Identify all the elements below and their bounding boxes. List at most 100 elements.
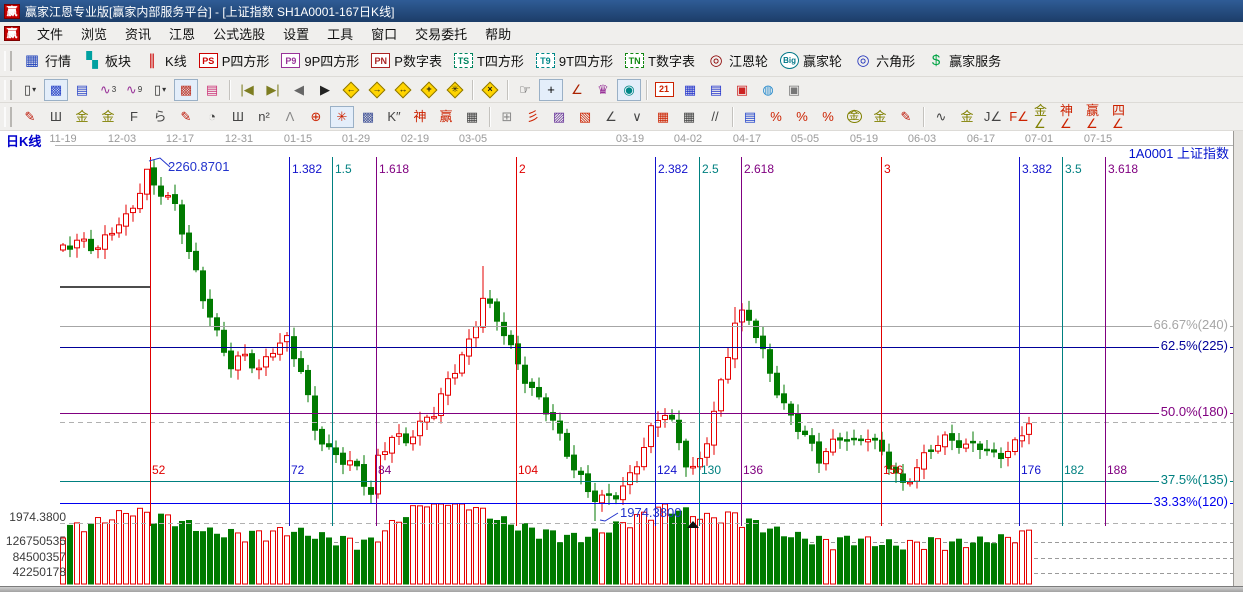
zoom-in-icon[interactable]: +: [417, 79, 441, 101]
draw-gold-circle-icon[interactable]: 金: [842, 106, 866, 128]
angle-tool-icon[interactable]: ∠: [565, 79, 589, 101]
draw-star-icon[interactable]: ✳: [330, 105, 354, 128]
draw-box-fan-icon[interactable]: ▨: [547, 106, 571, 128]
winner-wheel-button[interactable]: Big 赢家轮: [780, 51, 842, 70]
draw-spiral-icon[interactable]: ら: [148, 106, 172, 128]
pattern-view-icon[interactable]: ▩: [44, 78, 68, 101]
draw-shen-icon[interactable]: 神: [408, 106, 432, 128]
toolbar-grip[interactable]: [4, 50, 12, 71]
draw-k2-icon[interactable]: K″: [382, 106, 406, 128]
draw-n2-icon[interactable]: n²: [252, 106, 276, 128]
gann-wheel-button[interactable]: ◎ 江恩轮: [707, 51, 768, 70]
nav-prev-icon[interactable]: ◀: [287, 79, 311, 101]
menu-item-4[interactable]: 公式选股: [204, 25, 274, 44]
crosshair-tool-icon[interactable]: +: [539, 78, 563, 101]
draw-gold-icon[interactable]: 金: [96, 106, 120, 128]
9p-square-button[interactable]: P9 9P四方形: [281, 51, 359, 70]
pan-left-icon[interactable]: ←: [339, 79, 363, 101]
draw-si-angle-icon[interactable]: 四∠: [1111, 104, 1135, 130]
quote-list-icon[interactable]: ▤: [70, 79, 94, 101]
draw-pen-icon[interactable]: ✎: [18, 106, 42, 128]
menu-item-6[interactable]: 工具: [318, 25, 362, 44]
quote-table-button[interactable]: ▦ 行情: [23, 51, 71, 70]
toolbar-grip[interactable]: [4, 79, 12, 100]
draw-angle-pen-icon[interactable]: ✎: [174, 106, 198, 128]
wave-9-icon[interactable]: ∿ 9: [122, 79, 146, 101]
nav-next-icon[interactable]: ▶: [313, 79, 337, 101]
menu-item-0[interactable]: 文件: [28, 25, 72, 44]
draw-a-line-icon[interactable]: Λ: [278, 106, 302, 128]
draw-gold-gate-icon[interactable]: 金: [70, 106, 94, 128]
winner-service-button[interactable]: $ 赢家服务: [927, 51, 1001, 70]
p-square-button[interactable]: PS P四方形: [198, 51, 269, 70]
pan-both-icon[interactable]: ↔: [391, 79, 415, 101]
9t-square-button[interactable]: T9 9T四方形: [535, 51, 613, 70]
draw-pct-line-icon[interactable]: %: [764, 106, 788, 128]
nav-first-icon[interactable]: |◀: [235, 79, 259, 101]
draw-grid-dot-icon[interactable]: ▩: [356, 106, 380, 128]
draw-arc-icon[interactable]: ◔: [200, 106, 224, 128]
pan-right-icon[interactable]: →: [365, 79, 389, 101]
calendar-icon[interactable]: 21: [652, 79, 676, 101]
draw-j-angle-icon[interactable]: J∠: [981, 106, 1005, 128]
draw-grid123-icon[interactable]: ▦: [460, 106, 484, 128]
kline-style-dropdown[interactable]: ▯ ▾: [18, 79, 42, 101]
menu-item-8[interactable]: 交易委托: [406, 25, 476, 44]
sector-blocks-button[interactable]: ▚ 板块: [83, 51, 131, 70]
draw-brush-icon[interactable]: ✎: [894, 106, 918, 128]
draw-circle-cross-icon[interactable]: ⊕: [304, 106, 328, 128]
menu-item-9[interactable]: 帮助: [476, 25, 520, 44]
menu-item-5[interactable]: 设置: [274, 25, 318, 44]
menu-item-2[interactable]: 资讯: [116, 25, 160, 44]
remote-pc-icon[interactable]: ▣: [782, 79, 806, 101]
kline-chart[interactable]: 11-19 12-03 12-17 12-31 01-15 01-29 02-19 03-05…: [0, 131, 1243, 586]
draw-parallel-icon[interactable]: //: [703, 106, 727, 128]
candle-style-dropdown[interactable]: ▯ ▾: [148, 79, 172, 101]
hexagon-button[interactable]: ◎ 六角形: [854, 51, 916, 70]
draw-ying-icon[interactable]: 赢: [434, 106, 458, 128]
status-scrollbar[interactable]: [0, 586, 1243, 592]
draw-f-comb-icon[interactable]: F: [122, 106, 146, 128]
volume-histogram-icon[interactable]: ▤: [200, 79, 224, 101]
draw-gold-line-icon[interactable]: 金: [868, 106, 892, 128]
draw-grid-arrow-icon[interactable]: ▦: [677, 106, 701, 128]
draw-gold-under-icon[interactable]: 金: [955, 106, 979, 128]
wave-3-icon[interactable]: ∿ 3: [96, 79, 120, 101]
notes-icon[interactable]: ▤: [704, 79, 728, 101]
menu-item-1[interactable]: 浏览: [72, 25, 116, 44]
draw-pct-icon[interactable]: %: [790, 106, 814, 128]
anchor-tool-icon[interactable]: ♛: [591, 79, 615, 101]
hand-tool-icon[interactable]: ☞: [513, 79, 537, 101]
zoom-out-icon[interactable]: ✳: [443, 79, 467, 101]
draw-ying-angle-icon[interactable]: 赢∠: [1085, 104, 1109, 130]
draw-red-grid-icon[interactable]: ▦: [651, 106, 675, 128]
t-number-button[interactable]: TN T数字表: [625, 51, 695, 70]
draw-box-ray-icon[interactable]: ▧: [573, 106, 597, 128]
draw-fan-icon[interactable]: 彡: [521, 106, 545, 128]
p-number-button[interactable]: PN P数字表: [371, 51, 442, 70]
smart-tool-icon[interactable]: ◉: [617, 78, 641, 101]
draw-comb-icon[interactable]: Ш: [44, 106, 68, 128]
right-scroll-strip[interactable]: [1233, 131, 1243, 586]
kline-button[interactable]: ∥ K线: [143, 51, 186, 70]
center-view-icon[interactable]: ×: [478, 79, 502, 101]
draw-comb2-icon[interactable]: Ш: [226, 106, 250, 128]
draw-frame-icon[interactable]: ⊞: [495, 106, 519, 128]
red-pattern-icon[interactable]: ▩: [174, 78, 198, 101]
draw-vee-icon[interactable]: ∨: [625, 106, 649, 128]
t-square-button[interactable]: TS T四方形: [453, 51, 524, 70]
draw-a-wave-icon[interactable]: ∿: [929, 106, 953, 128]
draw-gold-angle-icon[interactable]: 金∠: [1033, 104, 1057, 130]
draw-trend-icon[interactable]: ∠: [599, 106, 623, 128]
toolbar-grip[interactable]: [4, 106, 12, 127]
draw-table-pct-icon[interactable]: ▤: [738, 106, 762, 128]
menu-item-3[interactable]: 江恩: [160, 25, 204, 44]
calculator-icon[interactable]: ▦: [678, 79, 702, 101]
nav-last-icon[interactable]: ▶|: [261, 79, 285, 101]
draw-pct-eq-icon[interactable]: %: [816, 106, 840, 128]
web-icon[interactable]: ◍: [756, 79, 780, 101]
draw-shen-angle-icon[interactable]: 神∠: [1059, 104, 1083, 130]
draw-f-angle-icon[interactable]: F∠: [1007, 106, 1031, 128]
save-icon[interactable]: ▣: [730, 79, 754, 101]
menu-item-7[interactable]: 窗口: [362, 25, 406, 44]
